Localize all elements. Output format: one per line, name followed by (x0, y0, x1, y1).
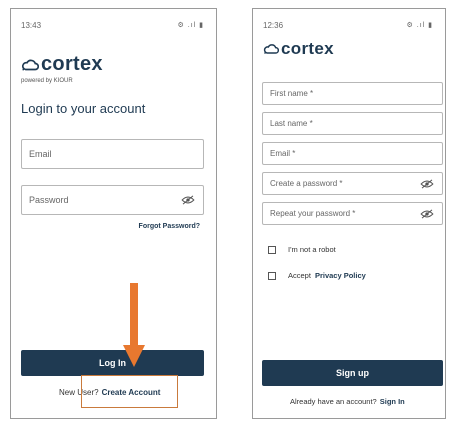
signup-button[interactable]: Sign up (262, 360, 443, 386)
create-password-placeholder: Create a password * (270, 179, 343, 188)
forgot-password-link[interactable]: Forgot Password? (139, 223, 200, 230)
cloud-icon (22, 59, 39, 70)
eye-off-icon[interactable] (181, 195, 195, 205)
login-screen: 13:43 ⚙ .ıl ▮ cortex powered by KIOUR Lo… (10, 8, 217, 419)
login-button[interactable]: Log In (21, 350, 204, 376)
privacy-checkbox[interactable] (268, 271, 276, 280)
page-title: Login to your account (21, 101, 146, 116)
brand-name: cortex (281, 39, 334, 58)
email-field[interactable]: Email (21, 139, 204, 169)
cloud-icon (263, 44, 279, 54)
status-time: 12:36 (263, 21, 284, 30)
status-icons: ⚙ .ıl ▮ (406, 22, 433, 29)
brand-logo: cortex (21, 53, 103, 76)
email-placeholder: Email (29, 149, 52, 159)
first-name-field[interactable]: First name * (262, 82, 443, 105)
status-icons: ⚙ .ıl ▮ (177, 22, 204, 29)
repeat-password-placeholder: Repeat your password * (270, 209, 356, 218)
annotation-arrow-icon (123, 283, 145, 367)
repeat-password-field[interactable]: Repeat your password * (262, 202, 443, 225)
privacy-checkbox-row[interactable]: Accept Privacy Policy (268, 271, 366, 280)
brand-name: cortex (41, 53, 103, 75)
eye-off-icon[interactable] (420, 178, 434, 189)
have-account-row: Already have an account? Sign In (290, 397, 405, 406)
robot-checkbox-row[interactable]: I'm not a robot (268, 245, 336, 254)
have-account-text: Already have an account? (290, 397, 377, 406)
signup-screen: 12:36 ⚙ .ıl ▮ cortex First name * Last n… (252, 8, 446, 419)
powered-by: powered by KIOUR (21, 78, 73, 84)
email-placeholder: Email * (270, 149, 296, 158)
password-placeholder: Password (29, 195, 69, 205)
privacy-policy-link[interactable]: Privacy Policy (315, 271, 366, 280)
last-name-placeholder: Last name * (270, 119, 313, 128)
create-password-field[interactable]: Create a password * (262, 172, 443, 195)
first-name-placeholder: First name * (270, 89, 314, 98)
annotation-highlight-box (81, 375, 178, 408)
email-field[interactable]: Email * (262, 142, 443, 165)
accept-label: Accept (288, 271, 311, 280)
password-field[interactable]: Password (21, 185, 204, 215)
eye-off-icon[interactable] (420, 208, 434, 219)
last-name-field[interactable]: Last name * (262, 112, 443, 135)
status-time: 13:43 (21, 21, 42, 30)
robot-checkbox[interactable] (268, 245, 276, 254)
brand-logo: cortex (263, 39, 334, 59)
sign-in-link[interactable]: Sign In (380, 397, 405, 406)
robot-checkbox-label: I'm not a robot (288, 245, 336, 254)
